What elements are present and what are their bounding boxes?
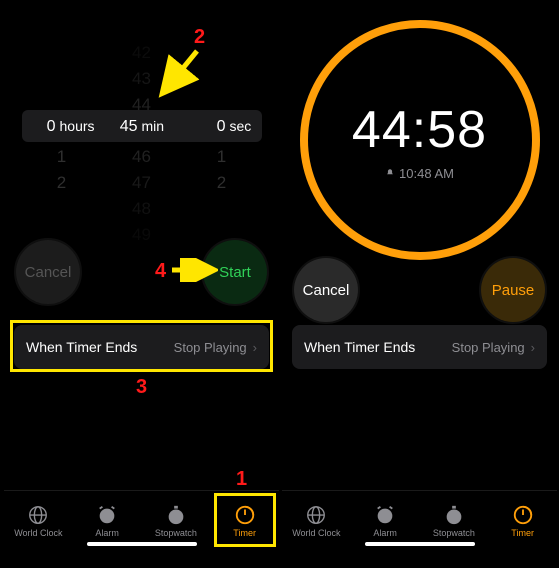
pause-label: Pause — [492, 282, 535, 299]
tab-label: Alarm — [95, 528, 119, 538]
cancel-button[interactable]: Cancel — [16, 240, 80, 304]
cancel-button[interactable]: Cancel — [294, 258, 358, 322]
globe-icon — [27, 504, 49, 526]
when-timer-ends-row[interactable]: When Timer Ends Stop Playing › — [292, 325, 547, 369]
time-remaining: 44:58 — [352, 100, 487, 160]
timer-setup-screen: 1 2 42 43 44 46 47 48 49 1 2 0hours 45mi… — [4, 0, 279, 550]
tab-label: Alarm — [373, 528, 397, 538]
tab-label: World Clock — [14, 528, 62, 538]
duration-picker[interactable]: 1 2 42 43 44 46 47 48 49 1 2 0hours 45mi… — [22, 40, 262, 210]
tab-timer[interactable]: Timer — [488, 491, 557, 550]
tab-bar: World Clock Alarm Stopwatch Timer — [282, 490, 557, 550]
timer-running-screen: 44:58 10:48 AM Cancel Pause When Timer E… — [282, 0, 557, 550]
end-time-label: 10:48 AM — [399, 166, 454, 181]
annotation-box-1 — [214, 493, 276, 547]
countdown-ring: 44:58 10:48 AM — [300, 20, 540, 260]
tab-world-clock[interactable]: World Clock — [4, 491, 73, 550]
bell-icon — [385, 168, 395, 178]
tab-world-clock[interactable]: World Clock — [282, 491, 351, 550]
when-timer-ends-value: Stop Playing — [452, 340, 525, 355]
tab-label: Stopwatch — [433, 528, 475, 538]
annotation-arrow-2 — [155, 45, 205, 100]
tab-label: Stopwatch — [155, 528, 197, 538]
stopwatch-icon — [165, 504, 187, 526]
end-time: 10:48 AM — [385, 166, 454, 181]
stopwatch-icon — [443, 504, 465, 526]
tab-label: World Clock — [292, 528, 340, 538]
tab-label: Timer — [511, 528, 534, 538]
alarm-icon — [374, 504, 396, 526]
chevron-right-icon: › — [531, 340, 535, 355]
alarm-icon — [96, 504, 118, 526]
annotation-arrow-4 — [168, 258, 218, 282]
annotation-box-3 — [10, 320, 273, 372]
cancel-label: Cancel — [25, 264, 72, 281]
timer-icon — [512, 504, 534, 526]
when-timer-ends-label: When Timer Ends — [304, 339, 415, 355]
pause-button[interactable]: Pause — [481, 258, 545, 322]
globe-icon — [305, 504, 327, 526]
cancel-label: Cancel — [303, 282, 350, 299]
home-indicator[interactable] — [365, 542, 475, 546]
start-label: Start — [219, 264, 251, 281]
home-indicator[interactable] — [87, 542, 197, 546]
